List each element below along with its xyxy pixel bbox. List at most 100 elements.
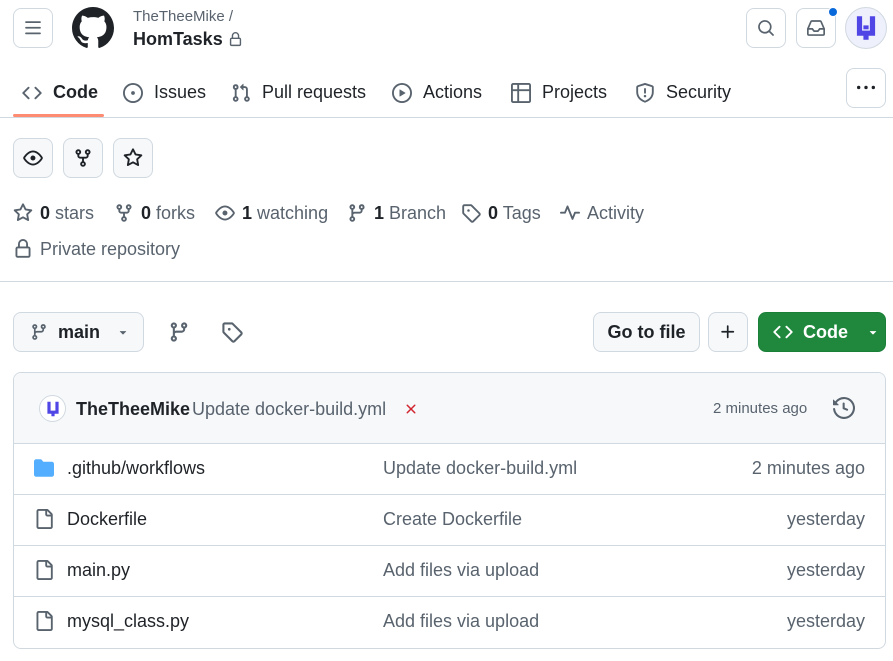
file-commit-message[interactable]: Update docker-build.yml <box>383 458 577 479</box>
code-icon <box>773 325 793 339</box>
tab-actions[interactable]: Actions <box>392 68 482 117</box>
watch-button[interactable] <box>13 138 53 178</box>
add-file-button[interactable] <box>708 312 748 352</box>
issue-opened-icon <box>123 82 143 103</box>
file-browser: TheTheeMike Update docker-build.yml 2 mi… <box>13 372 886 649</box>
commit-author[interactable]: TheTheeMike <box>76 399 190 420</box>
search-icon <box>758 20 774 36</box>
tab-projects[interactable]: Projects <box>511 68 607 117</box>
branches-stat[interactable]: 1 Branch <box>347 201 446 225</box>
git-branch-icon <box>32 324 46 340</box>
watching-label: watching <box>257 202 329 223</box>
activity-link[interactable]: Activity <box>560 201 644 225</box>
file-commit-date: yesterday <box>786 560 865 580</box>
tags-link[interactable] <box>221 321 243 343</box>
triangle-down-icon <box>869 331 877 335</box>
commit-message[interactable]: Update docker-build.yml <box>192 399 386 420</box>
star-icon <box>13 203 33 222</box>
lock-icon <box>229 32 241 47</box>
activity-label: Activity <box>587 202 645 223</box>
repo-forked-icon <box>116 204 132 222</box>
eye-icon <box>23 150 43 166</box>
tab-pull-requests[interactable]: Pull requests <box>231 68 366 117</box>
git-pull-request-icon <box>232 83 250 102</box>
file-row[interactable]: main.py Add files via upload yesterday <box>14 546 885 597</box>
visibility-stat: Private repository <box>13 237 180 261</box>
repo-name-link[interactable]: HomTasks <box>133 29 223 50</box>
stars-count: 0 <box>40 202 51 223</box>
github-logo[interactable] <box>72 7 114 49</box>
file-name-link[interactable]: Dockerfile <box>67 509 147 530</box>
file-commit-date: yesterday <box>786 611 865 631</box>
search-button[interactable] <box>746 8 786 48</box>
fork-button[interactable] <box>63 138 103 178</box>
git-branch-icon <box>349 204 365 222</box>
tag-icon <box>462 204 481 223</box>
branch-label: Branch <box>389 202 447 223</box>
repo-name[interactable]: HomTasks <box>133 29 243 50</box>
code-icon <box>22 86 42 99</box>
tag-icon <box>222 322 243 343</box>
tab-security[interactable]: Security <box>635 68 731 117</box>
repo-owner-link[interactable]: TheTheeMike / <box>133 8 233 25</box>
lock-icon <box>15 239 31 258</box>
stars-label: stars <box>55 202 95 223</box>
branches-link[interactable] <box>168 321 190 343</box>
star-button[interactable] <box>113 138 153 178</box>
repo-forked-icon <box>75 149 91 167</box>
file-name-link[interactable]: .github/workflows <box>67 458 205 479</box>
file-name-link[interactable]: mysql_class.py <box>67 611 189 632</box>
go-to-file-button[interactable]: Go to file <box>593 312 700 352</box>
eye-icon <box>215 205 235 221</box>
history-icon[interactable] <box>833 397 855 419</box>
file-icon <box>36 560 53 580</box>
commit-author-avatar[interactable] <box>39 395 66 422</box>
folder-icon <box>34 459 54 477</box>
x-fail-icon[interactable] <box>403 401 419 417</box>
triangle-down-icon <box>119 331 127 335</box>
file-row[interactable]: Dockerfile Create Dockerfile yesterday <box>14 495 885 546</box>
forks-count: 0 <box>141 202 152 223</box>
branch-name: main <box>58 321 101 342</box>
menu-button[interactable] <box>13 8 53 48</box>
forks-stat[interactable]: 0 forks <box>114 201 195 225</box>
file-commit-message[interactable]: Create Dockerfile <box>383 509 522 530</box>
tab-security-label: Security <box>666 82 732 102</box>
forks-label: forks <box>156 202 196 223</box>
watching-count: 1 <box>242 202 253 223</box>
github-mark-icon <box>72 7 114 48</box>
tab-code-label: Code <box>53 82 98 102</box>
tab-issues[interactable]: Issues <box>123 68 206 117</box>
git-branch-icon <box>170 322 188 342</box>
branch-count: 1 <box>374 202 385 223</box>
active-tab-underline <box>13 114 104 117</box>
more-tabs-button[interactable] <box>846 68 886 108</box>
file-commit-date: yesterday <box>786 509 865 529</box>
stars-stat[interactable]: 0 stars <box>13 201 94 225</box>
tab-actions-label: Actions <box>423 82 483 102</box>
tags-stat[interactable]: 0 Tags <box>461 201 541 225</box>
avatar-logo-icon <box>46 401 59 416</box>
visibility-label: Private repository <box>40 238 181 259</box>
watching-stat[interactable]: 1 watching <box>215 201 328 225</box>
tab-code[interactable]: Code <box>22 68 98 117</box>
section-divider <box>0 281 893 282</box>
file-row[interactable]: .github/workflows Update docker-build.ym… <box>14 444 885 495</box>
repo-nav-tabs: Code Issues Pull requests Actions Projec… <box>0 68 893 118</box>
file-name-link[interactable]: main.py <box>67 560 130 581</box>
file-commit-message[interactable]: Add files via upload <box>383 611 539 632</box>
code-dropdown-button[interactable]: Code <box>758 312 886 352</box>
branch-selector[interactable]: main <box>13 312 144 352</box>
file-row[interactable]: mysql_class.py Add files via upload yest… <box>14 597 885 648</box>
file-commit-message[interactable]: Add files via upload <box>383 560 539 581</box>
kebab-horizontal-icon <box>857 85 875 90</box>
inbox-icon <box>807 20 825 36</box>
tags-label: Tags <box>502 202 541 223</box>
avatar-logo-icon <box>856 16 876 40</box>
plus-icon <box>721 325 735 339</box>
pulse-icon <box>560 205 580 220</box>
file-icon <box>36 611 53 631</box>
user-avatar[interactable] <box>845 7 887 49</box>
file-commit-date: 2 minutes ago <box>751 458 865 478</box>
commit-time: 2 minutes ago <box>713 400 808 417</box>
